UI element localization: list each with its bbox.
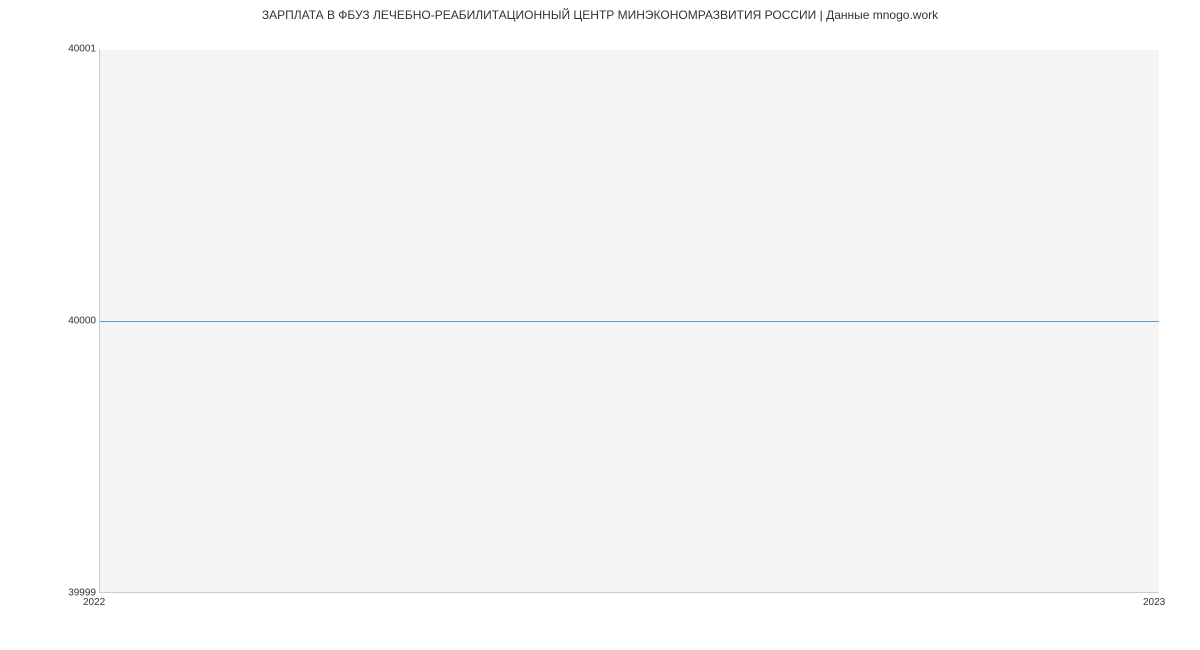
data-line bbox=[100, 321, 1159, 323]
y-tick-mid: 40000 bbox=[68, 316, 96, 327]
x-tick-right: 2023 bbox=[1143, 597, 1165, 608]
chart-title: ЗАРПЛАТА В ФБУЗ ЛЕЧЕБНО-РЕАБИЛИТАЦИОННЫЙ… bbox=[0, 8, 1200, 22]
gridline-top bbox=[100, 49, 1159, 50]
y-tick-top: 40001 bbox=[68, 44, 96, 55]
chart-container: ЗАРПЛАТА В ФБУЗ ЛЕЧЕБНО-РЕАБИЛИТАЦИОННЫЙ… bbox=[0, 0, 1200, 650]
x-tick-left: 2022 bbox=[83, 597, 105, 608]
plot-area bbox=[99, 49, 1159, 593]
